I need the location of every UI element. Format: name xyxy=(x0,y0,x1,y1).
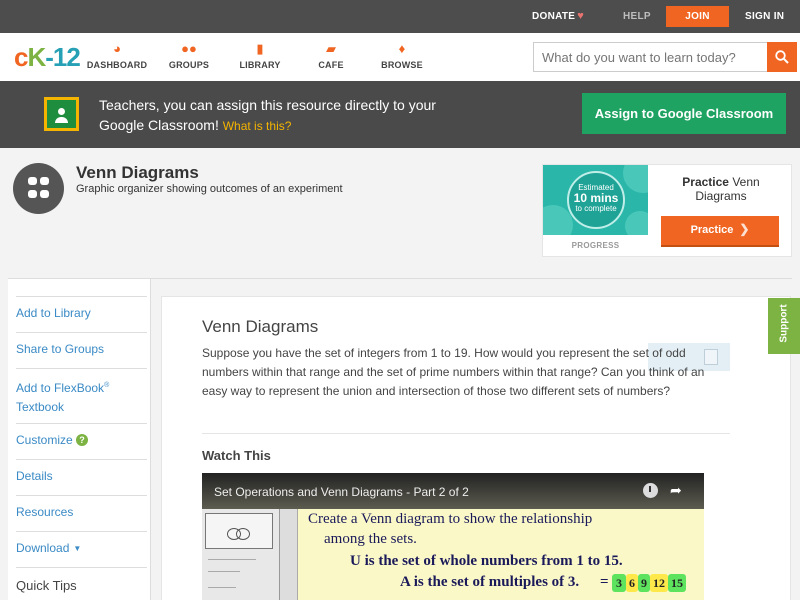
support-label: Support xyxy=(778,304,790,343)
join-button[interactable]: JOIN xyxy=(666,6,729,27)
logo-num: -12 xyxy=(45,42,81,72)
cafe-icon: ▰ xyxy=(326,41,336,56)
main-content: Venn Diagrams Suppose you have the set o… xyxy=(161,296,791,600)
video-line-2: among the sets. xyxy=(324,531,417,547)
nav-library[interactable]: ▮ LIBRARY xyxy=(225,41,295,70)
groups-icon: ●● xyxy=(181,41,197,56)
nav-groups[interactable]: ●● GROUPS xyxy=(154,41,224,70)
sidebar-quick-tips[interactable]: Quick Tips xyxy=(16,576,139,595)
video-line-3: U is the set of whole numbers from 1 to … xyxy=(350,553,623,569)
video-line-4: A is the set of multiples of 3. xyxy=(400,574,580,590)
video-board xyxy=(202,509,280,600)
search-icon xyxy=(775,50,789,64)
donate-link[interactable]: DONATE ♥ xyxy=(532,0,584,33)
sidebar-customize[interactable]: Customize ? xyxy=(16,431,139,450)
ck12-logo[interactable]: cK-12 xyxy=(14,42,81,73)
flexbook-label: Add to FlexBook xyxy=(16,381,105,395)
customize-label: Customize xyxy=(16,433,73,447)
video-strip xyxy=(280,509,298,600)
nav-browse[interactable]: ♦ BROWSE xyxy=(367,41,437,70)
what-is-this-link[interactable]: What is this? xyxy=(223,119,292,133)
nav-library-label: LIBRARY xyxy=(239,60,281,70)
page-subtitle: Graphic organizer showing outcomes of an… xyxy=(76,183,343,195)
page-title: Venn Diagrams xyxy=(76,163,199,182)
watch-later-icon[interactable] xyxy=(643,483,658,498)
practice-title-bold: Practice xyxy=(682,175,729,189)
logo-c: c xyxy=(14,42,29,72)
sidebar-download[interactable]: Download ▼ xyxy=(16,539,139,558)
browse-icon: ♦ xyxy=(398,41,406,56)
sidebar-resources[interactable]: Resources xyxy=(16,503,139,522)
chevron-right-icon: ❯ xyxy=(739,222,750,236)
dashboard-icon: ◕ xyxy=(113,41,121,56)
multiple-3: 3 xyxy=(612,574,626,592)
top-bar: DONATE ♥ HELP JOIN SIGN IN xyxy=(0,0,800,33)
video-equals: = xyxy=(600,574,609,590)
concept-icon xyxy=(13,163,64,214)
video-player[interactable]: Create a Venn diagram to show the relati… xyxy=(202,473,704,600)
multiple-6: 6 xyxy=(626,574,638,592)
video-title[interactable]: Set Operations and Venn Diagrams - Part … xyxy=(214,485,469,499)
nav-groups-label: GROUPS xyxy=(168,60,210,70)
library-icon: ▮ xyxy=(256,41,264,56)
support-tab[interactable]: Support xyxy=(768,298,800,354)
donate-label: DONATE xyxy=(532,11,576,22)
multiple-15: 15 xyxy=(668,574,686,592)
nav-dashboard[interactable]: ◕ DASHBOARD xyxy=(82,41,152,70)
nav-dashboard-label: DASHBOARD xyxy=(86,60,148,70)
practice-title: Practice Venn Diagrams xyxy=(661,175,781,203)
textbook-label: Textbook xyxy=(16,400,65,414)
assign-google-classroom-button[interactable]: Assign to Google Classroom xyxy=(582,93,786,134)
help-link[interactable]: HELP xyxy=(623,0,651,33)
sidebar-share-to-groups[interactable]: Share to Groups xyxy=(16,340,139,359)
practice-card: Estimated 10 mins to complete PROGRESS P… xyxy=(542,164,792,257)
nav-browse-label: BROWSE xyxy=(381,60,423,70)
progress-label: PROGRESS xyxy=(571,241,620,250)
share-icon[interactable]: ➦ xyxy=(670,482,682,499)
multiple-12: 12 xyxy=(650,574,668,592)
search-box xyxy=(533,42,797,72)
nav-cafe-label: CAFE xyxy=(318,60,344,70)
sidebar: Add to Library Share to Groups Add to Fl… xyxy=(8,279,151,600)
caret-down-icon: ▼ xyxy=(73,544,82,553)
content-body: Suppose you have the set of integers fro… xyxy=(202,346,705,398)
heart-icon: ♥ xyxy=(577,10,585,22)
banner-text: Teachers, you can assign this resource d… xyxy=(99,95,459,136)
estimate-badge: Estimated 10 mins to complete xyxy=(567,183,625,213)
watch-this-heading: Watch This xyxy=(202,448,271,463)
multiple-9: 9 xyxy=(638,574,650,592)
sign-in-link[interactable]: SIGN IN xyxy=(745,0,784,33)
nav-cafe[interactable]: ▰ CAFE xyxy=(296,41,366,70)
logo-k: K xyxy=(27,42,46,72)
google-classroom-icon xyxy=(44,97,79,131)
practice-illustration: Estimated 10 mins to complete xyxy=(543,165,648,235)
search-button[interactable] xyxy=(767,42,797,72)
main-nav: cK-12 ◕ DASHBOARD ●● GROUPS ▮ LIBRARY ▰ … xyxy=(0,33,800,81)
practice-button-label: Practice xyxy=(690,224,734,236)
sidebar-add-to-flexbook[interactable]: Add to FlexBook® Textbook xyxy=(16,376,139,417)
video-title-bar: Set Operations and Venn Diagrams - Part … xyxy=(202,473,704,509)
content-title: Venn Diagrams xyxy=(202,317,319,336)
video-line-1: Create a Venn diagram to show the relati… xyxy=(308,511,593,527)
search-input[interactable] xyxy=(534,43,768,71)
help-icon[interactable]: ? xyxy=(76,434,89,446)
sidebar-add-to-library[interactable]: Add to Library xyxy=(16,304,139,323)
estimate-complete: to complete xyxy=(575,204,617,213)
estimate-minutes: 10 mins xyxy=(573,191,619,205)
download-label: Download xyxy=(16,541,70,555)
practice-button[interactable]: Practice ❯ xyxy=(661,216,779,245)
sidebar-details[interactable]: Details xyxy=(16,467,139,486)
registered-mark: ® xyxy=(104,382,110,389)
